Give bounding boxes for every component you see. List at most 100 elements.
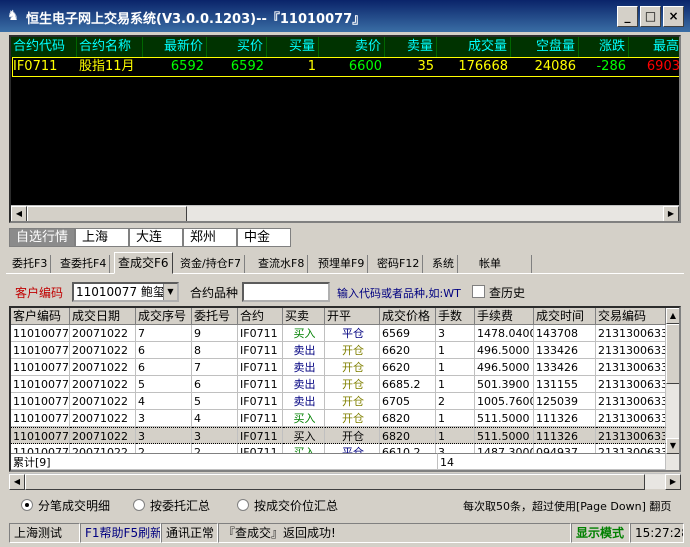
trade-cell[interactable]: 1487.3000 — [475, 444, 534, 453]
trade-col-header[interactable]: 成交时间 — [534, 308, 596, 325]
trade-cell[interactable]: 开仓 — [325, 410, 380, 427]
quote-cell-high[interactable]: 6903 — [629, 58, 679, 76]
trade-col-header[interactable]: 成交价格 — [380, 308, 436, 325]
trade-cell[interactable]: 20071022 — [70, 376, 136, 393]
scroll-up-arrow-icon[interactable]: ▲ — [666, 308, 679, 324]
tab-system[interactable]: 系统 — [429, 255, 458, 273]
trade-cell[interactable]: 21313006334 — [596, 444, 666, 453]
quote-col-header[interactable]: 合约名称 — [77, 37, 143, 57]
quote-cell-ask[interactable]: 6600 — [319, 58, 385, 76]
tab-statement[interactable]: 帐单 — [476, 255, 532, 273]
trade-cell[interactable]: 20071022 — [70, 325, 136, 342]
trade-cell[interactable]: 6 — [136, 359, 192, 376]
trade-cell[interactable]: 3 — [436, 444, 475, 453]
quote-cell-open-int[interactable]: 24086 — [511, 58, 579, 76]
quote-cell-volume[interactable]: 176668 — [437, 58, 511, 76]
trade-cell[interactable]: 6610.2 — [380, 444, 436, 453]
trade-cell[interactable]: 511.5000 — [475, 427, 534, 444]
trade-cell[interactable]: 6820 — [380, 427, 436, 444]
quote-cell-ask-vol[interactable]: 35 — [385, 58, 437, 76]
trade-cell[interactable]: 7 — [136, 325, 192, 342]
trade-cell[interactable]: 开仓 — [325, 427, 380, 444]
quote-col-header[interactable]: 卖价 — [319, 37, 385, 57]
trade-cell[interactable]: 买入 — [283, 410, 325, 427]
trade-cell[interactable]: 1 — [436, 342, 475, 359]
trade-cell[interactable]: 开仓 — [325, 376, 380, 393]
trade-cell[interactable]: 3 — [136, 410, 192, 427]
trade-cell[interactable]: 卖出 — [283, 376, 325, 393]
market-tab-zhengzhou[interactable]: 郑州 — [183, 228, 237, 247]
trade-cell[interactable]: IF0711 — [238, 393, 283, 410]
radio-detail[interactable] — [21, 499, 33, 511]
scroll-left-arrow-icon[interactable]: ◀ — [9, 474, 25, 490]
close-button[interactable]: × — [663, 6, 684, 27]
trade-cell[interactable]: IF0711 — [238, 359, 283, 376]
trade-cell[interactable]: 11010077 — [11, 410, 70, 427]
maximize-button[interactable]: □ — [640, 6, 661, 27]
trade-cell[interactable]: 1005.7600 — [475, 393, 534, 410]
trade-cell[interactable]: 11010077 — [11, 342, 70, 359]
trade-cell[interactable]: 21313006334 — [596, 342, 666, 359]
tab-query-orders[interactable]: 查委托F4 — [57, 255, 111, 273]
trade-cell[interactable]: 21313006334 — [596, 376, 666, 393]
trade-cell[interactable]: 6820 — [380, 410, 436, 427]
trade-cell[interactable]: IF0711 — [238, 427, 283, 444]
trade-cell[interactable]: 20071022 — [70, 410, 136, 427]
trade-cell[interactable]: 111326 — [534, 427, 596, 444]
trade-cell[interactable]: 20071022 — [70, 444, 136, 453]
trade-cell[interactable]: 111326 — [534, 410, 596, 427]
trade-col-header[interactable]: 手续费 — [475, 308, 534, 325]
market-tab-cffex[interactable]: 中金 — [237, 228, 291, 247]
minimize-button[interactable]: _ — [617, 6, 638, 27]
trade-cell[interactable]: 6 — [192, 376, 238, 393]
trade-cell[interactable]: 133426 — [534, 359, 596, 376]
trade-cell[interactable]: 平仓 — [325, 444, 380, 453]
quote-cell-name[interactable]: 股指11月 — [77, 58, 143, 76]
trade-col-header[interactable]: 合约 — [238, 308, 283, 325]
trade-cell[interactable]: 20071022 — [70, 427, 136, 444]
trade-cell[interactable]: 20071022 — [70, 342, 136, 359]
quote-cell-last[interactable]: 6592 — [143, 58, 207, 76]
quote-col-header[interactable]: 买量 — [267, 37, 319, 57]
dropdown-arrow-icon[interactable]: ▼ — [163, 284, 177, 300]
trade-cell[interactable]: 2 — [436, 393, 475, 410]
scroll-thumb[interactable] — [666, 324, 679, 384]
trade-cell[interactable]: 平仓 — [325, 325, 380, 342]
radio-by-price-label[interactable]: 按成交价位汇总 — [254, 497, 338, 514]
trade-cell[interactable]: 4 — [192, 410, 238, 427]
trade-cell[interactable]: 21313006334 — [596, 410, 666, 427]
trade-cell[interactable]: 开仓 — [325, 342, 380, 359]
trade-cell[interactable]: 511.5000 — [475, 410, 534, 427]
tab-preset-order[interactable]: 预埋单F9 — [315, 255, 369, 273]
quote-col-header[interactable]: 合约代码 — [11, 37, 77, 57]
trade-cell[interactable]: 3 — [136, 427, 192, 444]
scroll-right-arrow-icon[interactable]: ▶ — [663, 206, 679, 221]
tab-order[interactable]: 委托F3 — [9, 255, 52, 273]
trade-col-header[interactable]: 手数 — [436, 308, 475, 325]
trade-cell[interactable]: 1 — [436, 410, 475, 427]
market-tab-watchlist[interactable]: 自选行情 — [9, 228, 75, 247]
trade-cell[interactable]: 21313006334 — [596, 393, 666, 410]
trade-cell[interactable]: 7 — [192, 359, 238, 376]
trade-cell[interactable]: 6620 — [380, 359, 436, 376]
trade-cell[interactable]: 6569 — [380, 325, 436, 342]
trade-cell[interactable]: IF0711 — [238, 342, 283, 359]
trade-cell[interactable]: 8 — [192, 342, 238, 359]
trade-cell[interactable]: 6 — [136, 342, 192, 359]
quote-cell-change[interactable]: -286 — [579, 58, 629, 76]
trade-cell[interactable]: 买入 — [283, 444, 325, 453]
tab-funds-positions[interactable]: 资金/持仓F7 — [177, 255, 246, 273]
quote-col-header[interactable]: 最高 — [629, 37, 679, 57]
trade-cell[interactable]: 买入 — [283, 325, 325, 342]
trade-cell[interactable]: 1 — [436, 376, 475, 393]
radio-by-order-label[interactable]: 按委托汇总 — [150, 497, 210, 514]
trade-cell[interactable]: 6620 — [380, 342, 436, 359]
trade-cell[interactable]: 1 — [436, 359, 475, 376]
trade-col-header[interactable]: 客户编码 — [11, 308, 70, 325]
trade-cell[interactable]: 21313006334 — [596, 359, 666, 376]
scroll-thumb[interactable] — [25, 474, 645, 490]
trade-col-header[interactable]: 买卖 — [283, 308, 325, 325]
trade-cell[interactable]: 1 — [436, 427, 475, 444]
trade-cell[interactable]: 496.5000 — [475, 359, 534, 376]
radio-by-order[interactable] — [133, 499, 145, 511]
